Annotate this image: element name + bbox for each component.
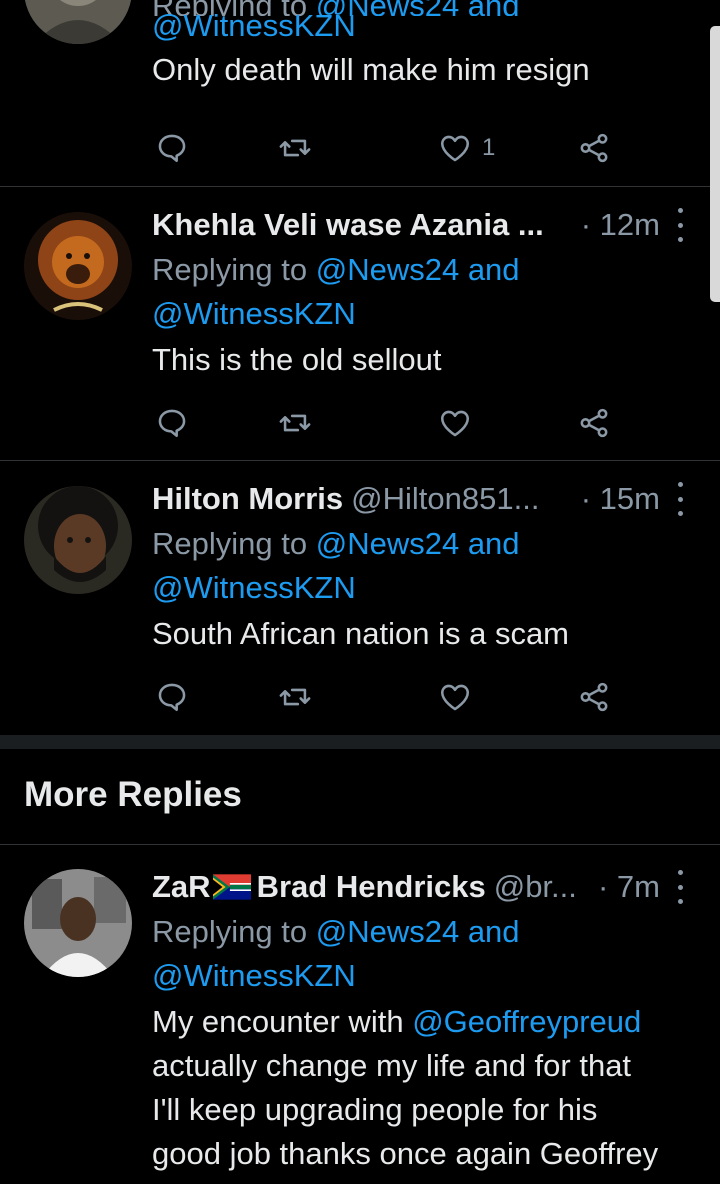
display-name[interactable]: Hilton Morris — [152, 481, 343, 517]
retweet-button[interactable] — [278, 677, 312, 717]
retweet-icon — [279, 688, 311, 706]
more-icon[interactable] — [670, 870, 690, 904]
timestamp: · 12m — [580, 207, 660, 242]
share-button[interactable] — [577, 403, 611, 443]
like-icon — [440, 684, 470, 711]
tweet-1[interactable]: Replying to @News24 and @WitnessKZN Only… — [0, 0, 720, 187]
tweet-text: My encounter with @Geoffreypreud — [152, 1004, 642, 1039]
section-divider — [0, 735, 720, 749]
reply-button[interactable] — [155, 403, 189, 443]
tweet-3[interactable]: Hilton Morris @Hilton851... · 15m Replyi… — [0, 461, 720, 735]
more-replies-header: More Replies — [0, 749, 720, 845]
share-button[interactable] — [577, 677, 611, 717]
retweet-icon — [279, 414, 311, 432]
like-icon — [440, 135, 470, 162]
reply-context: Replying to @News24 and — [152, 252, 520, 287]
avatar[interactable] — [24, 486, 132, 594]
timeline: Replying to @News24 and @WitnessKZN Only… — [0, 0, 720, 1184]
retweet-icon — [279, 139, 311, 157]
tweet-2[interactable]: Khehla Veli wase Azania ... · 12m Replyi… — [0, 187, 720, 461]
action-bar — [152, 677, 632, 717]
like-button[interactable] — [438, 403, 472, 443]
mention-link[interactable]: @News24 — [316, 252, 459, 287]
share-icon — [580, 682, 608, 712]
display-name[interactable]: Brad Hendricks — [257, 869, 486, 905]
avatar[interactable] — [24, 212, 132, 320]
tweet-text: South African nation is a scam — [152, 616, 570, 651]
share-icon — [580, 408, 608, 438]
action-bar — [152, 403, 632, 443]
like-button[interactable] — [438, 677, 472, 717]
share-icon — [580, 133, 608, 163]
retweet-button[interactable] — [278, 128, 312, 168]
reply-context: Replying to @News24 and — [152, 914, 520, 949]
like-count: 1 — [482, 134, 496, 161]
more-icon[interactable] — [670, 482, 690, 516]
reply-button[interactable] — [155, 128, 189, 168]
mention-link[interactable]: @Geoffreypreud — [412, 1004, 641, 1039]
user-handle[interactable]: @br... — [494, 869, 577, 905]
avatar[interactable] — [24, 0, 132, 44]
reply-context: Replying to @News24 and — [152, 526, 520, 561]
timestamp: · 7m — [598, 869, 660, 904]
tweet-text: This is the old sellout — [152, 342, 442, 377]
user-handle[interactable]: @Hilton851... — [351, 481, 539, 517]
mention-link[interactable]: @WitnessKZN — [152, 296, 356, 331]
share-button[interactable] — [577, 128, 611, 168]
reply-icon — [158, 134, 186, 163]
south-africa-flag-icon — [212, 874, 251, 900]
action-bar: 1 — [152, 128, 632, 168]
mention-link[interactable]: @WitnessKZN — [152, 958, 356, 993]
timestamp: · 15m — [580, 481, 660, 516]
tweet-4[interactable]: ZaR Brad Hendricks @br... · 7m Replying … — [0, 845, 720, 1184]
tweet-header: ZaR Brad Hendricks @br... · 7m — [152, 864, 690, 910]
more-icon[interactable] — [670, 208, 690, 242]
avatar[interactable] — [24, 869, 132, 977]
section-title: More Replies — [24, 775, 242, 814]
reply-button[interactable] — [155, 677, 189, 717]
scrollbar[interactable] — [710, 26, 720, 302]
like-icon — [440, 410, 470, 437]
display-name-prefix[interactable]: ZaR — [152, 869, 211, 905]
mention-link[interactable]: @News24 — [316, 914, 459, 949]
reply-icon — [158, 683, 186, 712]
tweet-header: Hilton Morris @Hilton851... · 15m — [152, 476, 690, 522]
retweet-button[interactable] — [278, 403, 312, 443]
display-name[interactable]: Khehla Veli wase Azania ... — [152, 207, 544, 243]
reply-icon — [158, 409, 186, 438]
tweet-header: Khehla Veli wase Azania ... · 12m — [152, 202, 690, 248]
tweet-text: Only death will make him resign — [152, 52, 590, 87]
like-button[interactable]: 1 — [438, 128, 495, 168]
mention-link[interactable]: @News24 — [316, 526, 459, 561]
mention-link[interactable]: @WitnessKZN — [152, 8, 356, 43]
mention-link[interactable]: @WitnessKZN — [152, 570, 356, 605]
